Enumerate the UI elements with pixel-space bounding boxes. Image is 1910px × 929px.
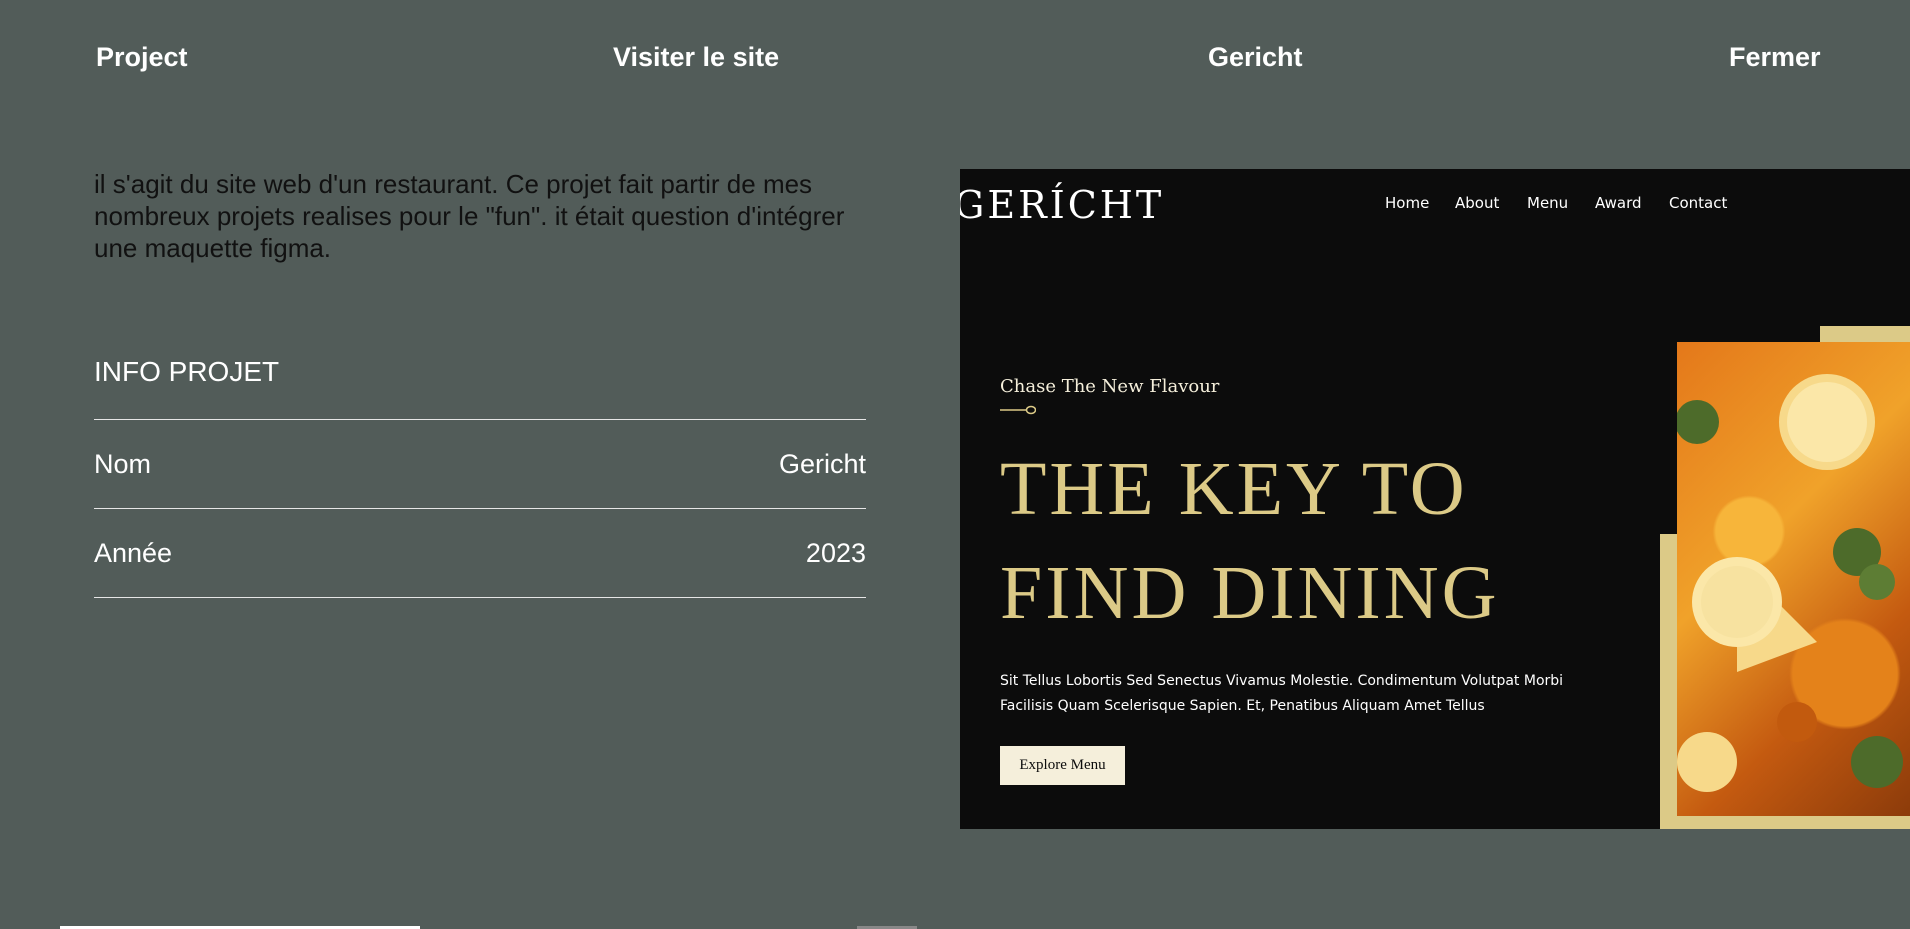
close-button[interactable]: Fermer — [1729, 42, 1821, 73]
explore-menu-button[interactable]: Explore Menu — [1000, 746, 1125, 785]
visit-site-link[interactable]: Visiter le site — [613, 42, 779, 73]
preview-nav-contact[interactable]: Contact — [1669, 194, 1727, 212]
food-illustration — [1677, 374, 1903, 792]
info-row-year: Année 2023 — [94, 508, 866, 597]
preview-nav-award[interactable]: Award — [1595, 194, 1642, 212]
preview-nav-home[interactable]: Home — [1385, 194, 1429, 212]
preview-nav-about[interactable]: About — [1455, 194, 1499, 212]
food-image — [1677, 342, 1910, 816]
top-navigation: Project Visiter le site Gericht Fermer — [0, 0, 1910, 120]
preview-headline: THE KEY TO FIND DINING — [1000, 447, 1500, 635]
info-title: INFO PROJET — [94, 356, 280, 387]
info-label: Nom — [94, 448, 152, 479]
project-description: il s'agit du site web d'un restaurant. C… — [94, 169, 845, 263]
spoon-icon — [1000, 405, 1036, 415]
info-row-name: Nom Gericht — [94, 419, 866, 508]
preview-subtitle: Chase The New Flavour — [1000, 376, 1220, 397]
project-name-link[interactable]: Gericht — [1208, 42, 1303, 73]
divider — [94, 597, 866, 598]
website-preview: GERÍCHT Home About Menu Award Contact Ch… — [960, 169, 1910, 829]
info-value: 2023 — [805, 537, 866, 568]
info-label: Année — [94, 537, 173, 568]
preview-logo: GERÍCHT — [960, 183, 1165, 227]
preview-paragraph: Sit Tellus Lobortis Sed Senectus Vivamus… — [1000, 673, 1564, 714]
preview-nav-menu[interactable]: Menu — [1527, 194, 1568, 212]
project-link[interactable]: Project — [96, 42, 188, 73]
info-value: Gericht — [778, 448, 866, 479]
